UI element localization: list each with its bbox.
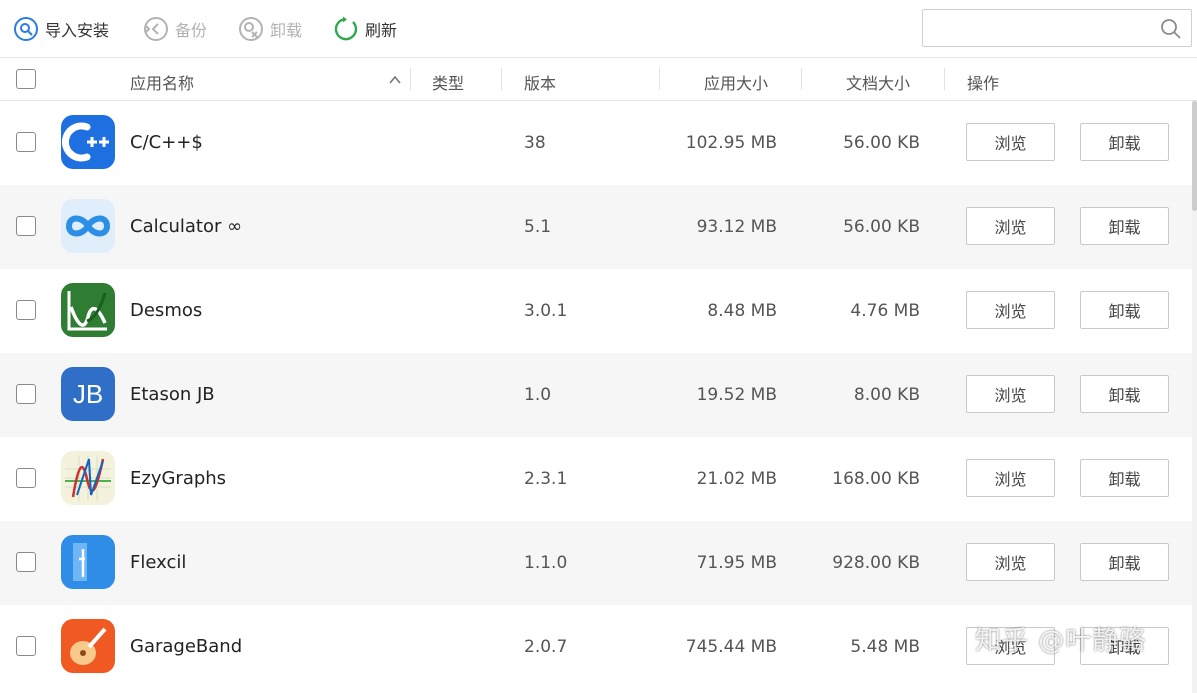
refresh-button[interactable]: 刷新: [333, 14, 397, 44]
app-name: EzyGraphs: [130, 468, 227, 489]
browse-button[interactable]: 浏览: [966, 207, 1055, 245]
header-divider: [659, 68, 660, 90]
app-name: Desmos: [130, 300, 203, 321]
app-version: 2.3.1: [524, 469, 568, 489]
uninstall-button[interactable]: 卸载: [1080, 375, 1169, 413]
browse-button[interactable]: 浏览: [966, 459, 1055, 497]
app-version: 1.0: [524, 385, 552, 405]
table-row[interactable]: JB Etason JB 1.0 19.52 MB 8.00 KB 浏览 卸载: [0, 353, 1192, 437]
vertical-scrollbar[interactable]: [1192, 101, 1197, 693]
etason-jb-app-icon: JB: [61, 367, 115, 421]
app-version: 3.0.1: [524, 301, 568, 321]
row-checkbox[interactable]: [16, 132, 36, 152]
refresh-label: 刷新: [365, 21, 398, 40]
app-version: 5.1: [524, 217, 552, 237]
flexcil-app-icon: [61, 535, 115, 589]
doc-size: 8.00 KB: [853, 385, 920, 405]
table-row[interactable]: Calculator ∞ 5.1 93.12 MB 56.00 KB 浏览 卸载: [0, 185, 1192, 269]
doc-size: 4.76 MB: [850, 301, 920, 321]
app-name: Flexcil: [130, 552, 187, 573]
row-checkbox[interactable]: [16, 300, 36, 320]
header-divider: [801, 68, 802, 90]
app-size: 19.52 MB: [696, 385, 777, 405]
import-install-button[interactable]: 导入安装: [13, 14, 109, 44]
uninstall-button[interactable]: 卸载: [1080, 543, 1169, 581]
app-name: Etason JB: [130, 384, 215, 405]
app-name: C/C++$: [130, 132, 203, 153]
app-size: 71.95 MB: [696, 553, 777, 573]
header-version[interactable]: 版本: [524, 70, 556, 94]
search-icon[interactable]: [1160, 18, 1182, 40]
sort-asc-icon[interactable]: [388, 74, 402, 86]
select-all-checkbox[interactable]: [16, 69, 36, 89]
table-row[interactable]: Desmos 3.0.1 8.48 MB 4.76 MB 浏览 卸载: [0, 269, 1192, 353]
backup-icon: [144, 17, 168, 41]
header-doc-size[interactable]: 文档大小: [846, 70, 910, 94]
import-install-label: 导入安装: [45, 21, 110, 40]
watermark: 知乎 @叶静骆: [975, 626, 1147, 656]
app-size: 8.48 MB: [707, 301, 777, 321]
app-name: GarageBand: [130, 636, 243, 657]
app-name: Calculator ∞: [130, 216, 243, 237]
calculator-infinity-app-icon: [61, 199, 115, 253]
app-version: 38: [524, 133, 546, 153]
row-checkbox[interactable]: [16, 552, 36, 572]
svg-text:JB: JB: [73, 379, 103, 409]
uninstall-toolbar-button[interactable]: 卸载: [238, 14, 302, 44]
import-install-icon: [14, 17, 38, 41]
app-version: 2.0.7: [524, 637, 568, 657]
doc-size: 5.48 MB: [850, 637, 920, 657]
row-checkbox[interactable]: [16, 384, 36, 404]
search-box: [922, 9, 1192, 47]
ezygraphs-app-icon: [61, 451, 115, 505]
browse-button[interactable]: 浏览: [966, 123, 1055, 161]
uninstall-button[interactable]: 卸载: [1080, 207, 1169, 245]
doc-size: 56.00 KB: [843, 217, 920, 237]
browse-button[interactable]: 浏览: [966, 543, 1055, 581]
header-type[interactable]: 类型: [432, 70, 464, 94]
header-actions: 操作: [967, 74, 1000, 93]
browse-button[interactable]: 浏览: [966, 375, 1055, 413]
table-row[interactable]: EzyGraphs 2.3.1 21.02 MB 168.00 KB 浏览 卸载: [0, 437, 1192, 521]
uninstall-button[interactable]: 卸载: [1080, 291, 1169, 329]
browse-button[interactable]: 浏览: [966, 291, 1055, 329]
table-row[interactable]: C/C++$ 38 102.95 MB 56.00 KB 浏览 卸载: [0, 101, 1192, 185]
app-version: 1.1.0: [524, 553, 568, 573]
app-size: 21.02 MB: [696, 469, 777, 489]
uninstall-button[interactable]: 卸载: [1080, 123, 1169, 161]
scrollbar-thumb[interactable]: [1192, 101, 1197, 211]
refresh-icon: [334, 16, 358, 41]
row-checkbox[interactable]: [16, 216, 36, 236]
doc-size: 56.00 KB: [843, 133, 920, 153]
uninstall-icon: [239, 17, 263, 41]
app-list: C/C++$ 38 102.95 MB 56.00 KB 浏览 卸载 Calcu…: [0, 101, 1197, 693]
garageband-app-icon: [61, 619, 115, 673]
table-header: 应用名称 类型 版本 应用大小 文档大小 操作: [0, 59, 1197, 101]
app-size: 745.44 MB: [685, 637, 777, 657]
header-app-size[interactable]: 应用大小: [704, 70, 768, 94]
row-checkbox[interactable]: [16, 468, 36, 488]
backup-label: 备份: [175, 21, 208, 40]
desmos-app-icon: [61, 283, 115, 337]
app-size: 102.95 MB: [685, 133, 777, 153]
row-checkbox[interactable]: [16, 636, 36, 656]
header-app-name[interactable]: 应用名称: [130, 70, 194, 94]
table-row[interactable]: Flexcil 1.1.0 71.95 MB 928.00 KB 浏览 卸载: [0, 521, 1192, 605]
doc-size: 928.00 KB: [832, 553, 920, 573]
header-divider: [410, 68, 411, 90]
uninstall-button[interactable]: 卸载: [1080, 459, 1169, 497]
doc-size: 168.00 KB: [832, 469, 920, 489]
toolbar: 导入安装 备份 卸载 刷新: [0, 0, 1197, 58]
cpp-app-icon: [61, 115, 115, 169]
header-divider: [944, 68, 945, 90]
backup-button[interactable]: 备份: [143, 14, 207, 44]
uninstall-toolbar-label: 卸载: [270, 21, 303, 40]
app-size: 93.12 MB: [696, 217, 777, 237]
search-input[interactable]: [931, 16, 1151, 40]
header-divider: [501, 68, 502, 90]
